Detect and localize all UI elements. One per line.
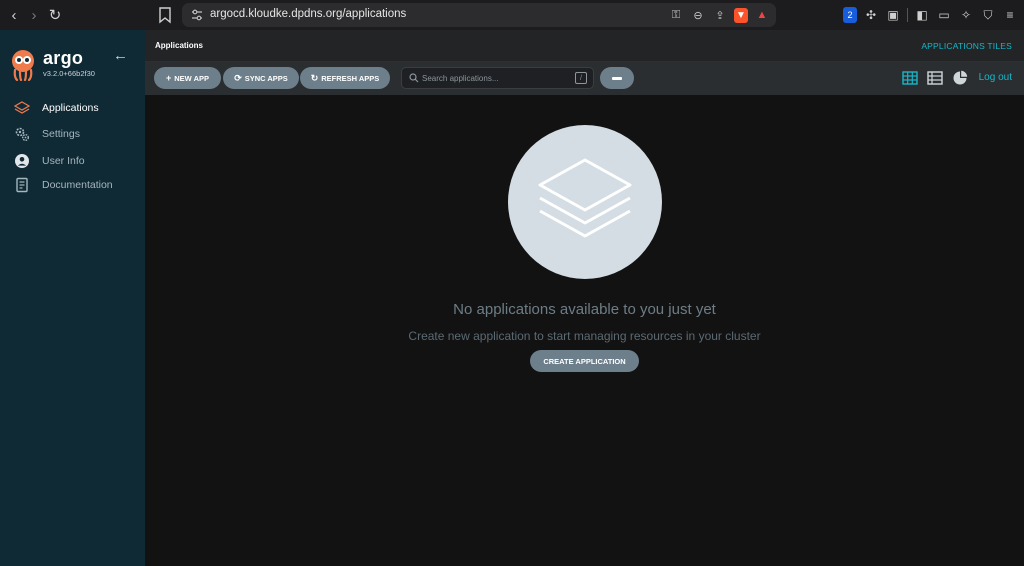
zoom-icon[interactable]: ⊖: [690, 6, 706, 24]
empty-state-title: No applications available to you just ye…: [453, 301, 716, 318]
refresh-icon: ↻: [310, 72, 319, 83]
sync-apps-button[interactable]: ⟳ SYNC APPS: [223, 67, 299, 89]
extensions-puzzle-icon[interactable]: ✣: [863, 5, 879, 25]
sidebar-item-label: Documentation: [42, 179, 113, 191]
brave-shields-icon[interactable]: ▼: [734, 7, 748, 23]
sync-icon: ⟳: [234, 72, 242, 83]
key-icon[interactable]: ⚿: [668, 6, 684, 24]
refresh-apps-button[interactable]: ↻ REFRESH APPS: [300, 67, 390, 89]
bookmark-icon[interactable]: [158, 6, 172, 24]
brave-rewards-icon[interactable]: ▲: [754, 6, 770, 24]
url-text[interactable]: argocd.kloudke.dpdns.org/applications: [210, 8, 406, 20]
sidebar-item-documentation[interactable]: Documentation: [0, 174, 145, 196]
sidebar: argo v3.2.0+66b2f30 ← Applications Setti…: [0, 30, 145, 566]
search-icon: [409, 73, 419, 83]
breadcrumb[interactable]: Applications: [155, 41, 203, 50]
leo-ai-icon[interactable]: ✧: [958, 5, 974, 25]
toolbar-divider: [907, 8, 908, 22]
sidebar-item-applications[interactable]: Applications: [0, 97, 145, 119]
back-icon[interactable]: ‹: [3, 4, 25, 26]
list-view-icon[interactable]: [927, 70, 943, 86]
book-icon: [14, 177, 30, 193]
refresh-apps-label: REFRESH APPS: [321, 73, 380, 83]
sidebar-item-label: Settings: [42, 128, 80, 140]
browser-toolbar: ‹ › ↻ argocd.kloudke.dpdns.org/applicati…: [0, 0, 1024, 30]
summary-pie-view-icon[interactable]: [952, 70, 968, 86]
sidebar-toggle-icon[interactable]: ◧: [914, 5, 930, 25]
new-app-button[interactable]: + NEW APP: [154, 67, 221, 89]
page-header: Applications APPLICATIONS TILES: [145, 30, 1024, 62]
bitwarden-extension-icon[interactable]: 2: [843, 7, 857, 23]
site-settings-icon[interactable]: [190, 8, 204, 22]
plus-icon: +: [166, 73, 172, 83]
empty-state-subtitle: Create new application to start managing…: [408, 329, 761, 343]
tiles-view-icon[interactable]: [902, 70, 918, 86]
forward-icon[interactable]: ›: [23, 4, 45, 26]
sidebar-item-label: Applications: [42, 102, 99, 114]
view-title: APPLICATIONS TILES: [921, 41, 1012, 51]
layers-icon: [14, 100, 30, 116]
search-input[interactable]: [422, 71, 567, 85]
logo-text: argo: [43, 48, 84, 68]
empty-state-illustration: [508, 125, 662, 279]
address-bar[interactable]: argocd.kloudke.dpdns.org/applications ⚿ …: [182, 3, 776, 27]
sidebar-item-user-info[interactable]: User Info: [0, 150, 145, 172]
filter-toggle-button[interactable]: [600, 67, 634, 89]
sidebar-item-label: User Info: [42, 155, 85, 167]
new-app-label: NEW APP: [174, 73, 209, 83]
collapse-sidebar-arrow-icon[interactable]: ←: [113, 47, 128, 64]
argo-octopus-logo-icon[interactable]: [8, 47, 38, 81]
menu-icon[interactable]: ≡: [1002, 5, 1018, 25]
search-shortcut-key: /: [575, 72, 587, 84]
reload-icon[interactable]: ↻: [44, 4, 66, 26]
logout-link[interactable]: Log out: [979, 72, 1012, 83]
vpn-shield-icon[interactable]: ⛉: [980, 5, 996, 25]
gears-icon: [14, 126, 30, 142]
search-box: /: [401, 67, 594, 89]
create-application-button[interactable]: CREATE APPLICATION: [530, 350, 639, 372]
applications-toolbar: + NEW APP ⟳ SYNC APPS ↻ REFRESH APPS /: [145, 62, 1024, 95]
version-label: v3.2.0+66b2f30: [43, 69, 95, 78]
minus-icon: [612, 76, 622, 80]
wallet-icon[interactable]: ▭: [936, 5, 952, 25]
stacked-layers-icon: [538, 158, 632, 238]
sync-apps-label: SYNC APPS: [244, 73, 288, 83]
share-icon[interactable]: ⇪: [712, 6, 728, 24]
reader-icon[interactable]: ▣: [885, 5, 901, 25]
sidebar-item-settings[interactable]: Settings: [0, 123, 145, 145]
main-content: No applications available to you just ye…: [145, 95, 1024, 566]
user-circle-icon: [14, 153, 30, 169]
